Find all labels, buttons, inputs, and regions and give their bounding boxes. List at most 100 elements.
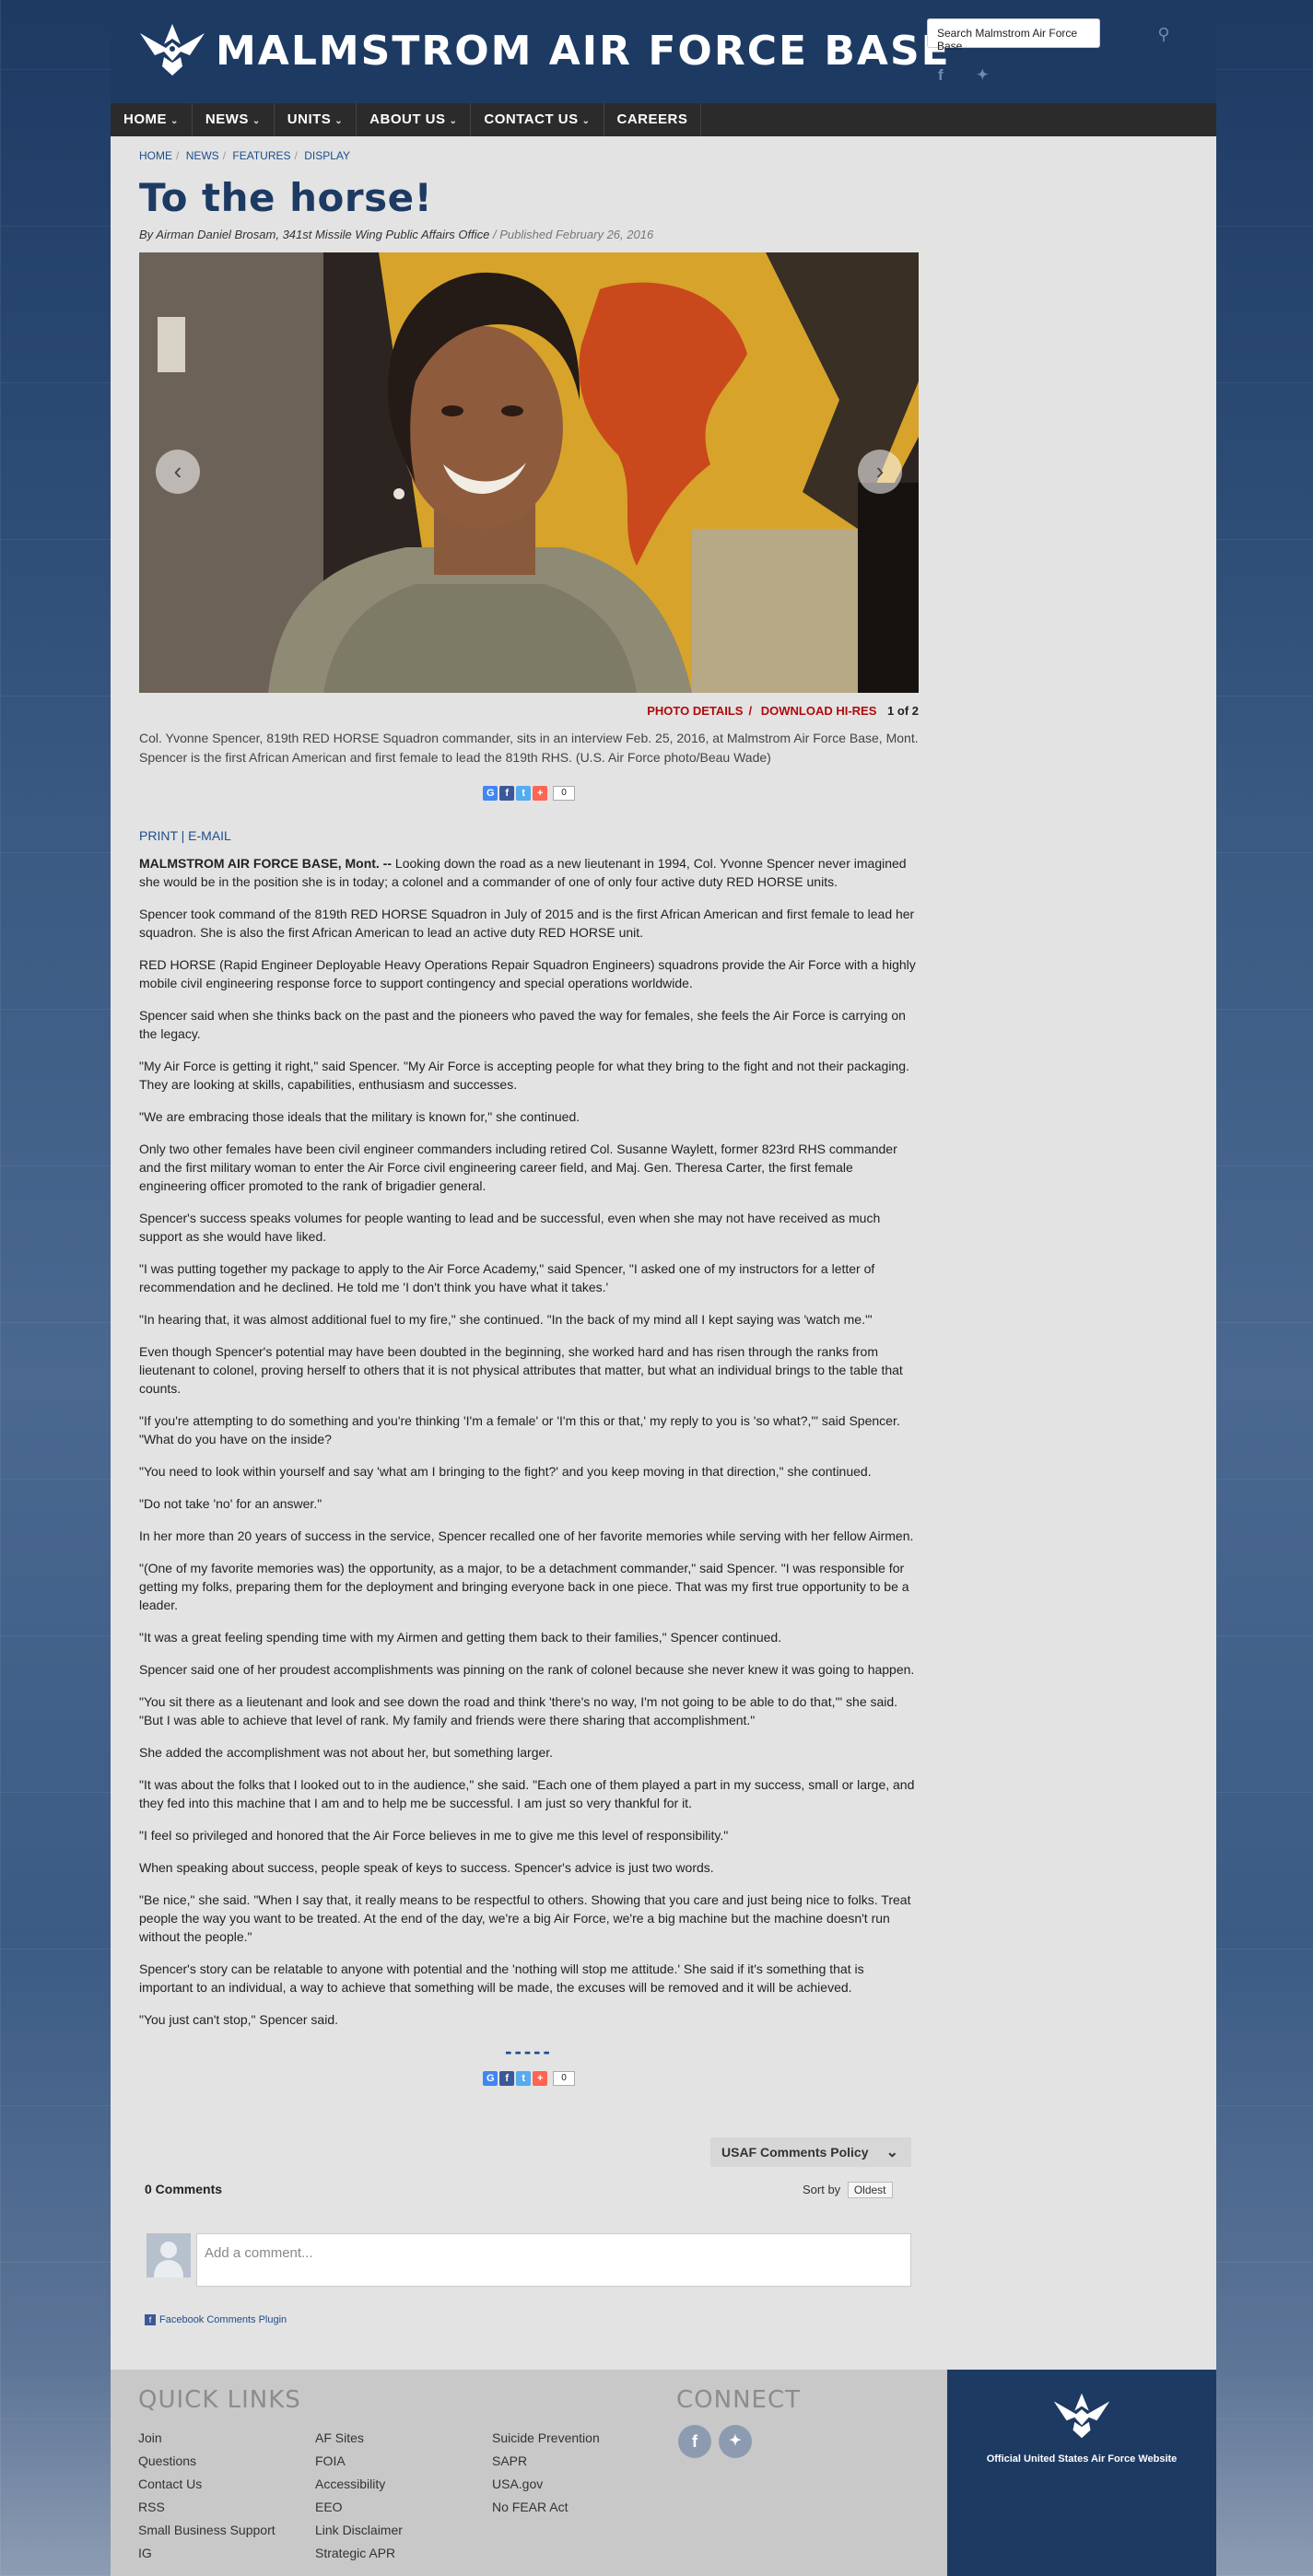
print-link[interactable]: PRINT	[139, 828, 178, 843]
article-body: MALMSTROM AIR FORCE BASE, Mont. -- Looki…	[139, 854, 932, 2029]
article-photo[interactable]: ‹ ›	[139, 252, 919, 693]
breadcrumb: HOME / NEWS / FEATURES / DISPLAY	[139, 149, 350, 162]
footer-link[interactable]: AF Sites	[315, 2427, 403, 2450]
facebook-icon[interactable]: f	[938, 66, 944, 85]
article-paragraph: Spencer's story can be relatable to anyo…	[139, 1961, 864, 1995]
comments-policy-button[interactable]: USAF Comments Policy ⌄	[710, 2137, 911, 2167]
comment-input[interactable]: Add a comment...	[196, 2233, 911, 2287]
article-paragraph: "(One of my favorite memories was) the o…	[139, 1561, 909, 1612]
facebook-share-icon[interactable]: f	[499, 2071, 515, 2086]
share-bar: G f t + 0	[139, 786, 919, 801]
email-link[interactable]: E-MAIL	[188, 828, 231, 843]
article-paragraph: "I was putting together my package to ap…	[139, 1261, 875, 1294]
chevron-down-icon: ⌄	[581, 116, 591, 126]
footer-link[interactable]: Small Business Support	[138, 2519, 275, 2542]
chevron-down-icon: ⌄	[885, 2145, 898, 2160]
twitter-share-icon[interactable]: t	[516, 2071, 532, 2086]
next-photo-button[interactable]: ›	[858, 450, 902, 494]
footer-link[interactable]: USA.gov	[492, 2473, 600, 2496]
footer-link[interactable]: Strategic APR	[315, 2542, 403, 2565]
twitter-icon[interactable]: ✦	[977, 66, 989, 83]
footer-link[interactable]: No FEAR Act	[492, 2496, 600, 2519]
breadcrumb-home[interactable]: HOME	[139, 149, 172, 162]
breadcrumb-news[interactable]: NEWS	[186, 149, 219, 162]
official-site-label: Official United States Air Force Website	[986, 2453, 1178, 2465]
article-paragraph: "I feel so privileged and honored that t…	[139, 1828, 729, 1843]
footer-link[interactable]: RSS	[138, 2496, 275, 2519]
article-paragraph: "It was about the folks that I looked ou…	[139, 1777, 915, 1810]
article-paragraph: "It was a great feeling spending time wi…	[139, 1630, 782, 1645]
chevron-down-icon: ⌄	[334, 116, 344, 126]
site-title[interactable]: MALMSTROM AIR FORCE BASE	[216, 28, 951, 75]
facebook-share-icon[interactable]: f	[499, 786, 515, 801]
article-paragraph: "You just can't stop," Spencer said.	[139, 2012, 339, 2027]
twitter-icon[interactable]: ✦	[719, 2425, 752, 2458]
nav-about-us[interactable]: ABOUT US ⌄	[357, 103, 472, 136]
official-site-panel[interactable]: Official United States Air Force Website	[947, 2370, 1216, 2576]
chevron-down-icon: ⌄	[170, 116, 179, 126]
quick-links-column-1: Join Questions Contact Us RSS Small Busi…	[138, 2427, 275, 2565]
nav-news[interactable]: NEWS ⌄	[193, 103, 275, 136]
photo-illustration	[139, 252, 919, 693]
article-paragraph: "We are embracing those ideals that the …	[139, 1109, 580, 1124]
article-paragraph: Even though Spencer's potential may have…	[139, 1344, 903, 1396]
facebook-icon: f	[145, 2314, 156, 2325]
footer-link[interactable]: Join	[138, 2427, 275, 2450]
article-paragraph: MALMSTROM AIR FORCE BASE, Mont. -- Looki…	[139, 856, 907, 889]
twitter-share-icon[interactable]: t	[516, 786, 532, 801]
article-paragraph: Spencer took command of the 819th RED HO…	[139, 907, 915, 940]
footer-link[interactable]: IG	[138, 2542, 275, 2565]
author: By Airman Daniel Brosam, 341st Missile W…	[139, 228, 490, 241]
article-paragraph: She added the accomplishment was not abo…	[139, 1745, 554, 1760]
footer-link[interactable]: Accessibility	[315, 2473, 403, 2496]
article-paragraph: "Be nice," she said. "When I say that, i…	[139, 1892, 911, 1944]
facebook-comments-plugin-link[interactable]: f Facebook Comments Plugin	[145, 2314, 287, 2325]
sort-control: Sort by Oldest	[803, 2182, 893, 2198]
footer-link[interactable]: SAPR	[492, 2450, 600, 2473]
photo-count: 1 of 2	[887, 704, 919, 718]
footer: QUICK LINKS Join Questions Contact Us RS…	[111, 2370, 1216, 2576]
connect-title: CONNECT	[676, 2386, 801, 2414]
breadcrumb-display[interactable]: DISPLAY	[304, 149, 350, 162]
photo-details-link[interactable]: PHOTO DETAILS	[647, 704, 743, 718]
avatar	[147, 2233, 191, 2277]
article-content: HOME / NEWS / FEATURES / DISPLAY To the hor…	[139, 136, 932, 2086]
footer-link[interactable]: Suicide Prevention	[492, 2427, 600, 2450]
quick-links-title: QUICK LINKS	[138, 2386, 301, 2414]
chevron-down-icon: ⌄	[252, 116, 261, 126]
footer-link[interactable]: Link Disclaimer	[315, 2519, 403, 2542]
search-input[interactable]: Search Malmstrom Air Force Base	[927, 18, 1100, 53]
page-wrapper: MALMSTROM AIR FORCE BASE Search Malmstro…	[111, 0, 1216, 2576]
article-paragraph: "My Air Force is getting it right," said…	[139, 1059, 909, 1092]
nav-careers[interactable]: CAREERS	[604, 103, 702, 136]
quick-links-column-2: AF Sites FOIA Accessibility EEO Link Dis…	[315, 2427, 403, 2565]
more-share-icon[interactable]: +	[533, 2071, 548, 2086]
footer-link[interactable]: FOIA	[315, 2450, 403, 2473]
footer-link[interactable]: Contact Us	[138, 2473, 275, 2496]
article-title: To the horse!	[139, 175, 433, 220]
article-paragraph: When speaking about success, people spea…	[139, 1860, 714, 1875]
nav-units[interactable]: UNITS ⌄	[275, 103, 358, 136]
article-paragraph: Spencer's success speaks volumes for peo…	[139, 1211, 881, 1244]
air-force-wings-logo[interactable]	[138, 20, 206, 79]
download-hi-res-link[interactable]: DOWNLOAD HI-RES	[761, 704, 877, 718]
nav-home[interactable]: HOME ⌄	[111, 103, 193, 136]
google-share-icon[interactable]: G	[483, 786, 498, 801]
more-share-icon[interactable]: +	[533, 786, 548, 801]
article-paragraph: "In hearing that, it was almost addition…	[139, 1312, 873, 1327]
footer-link[interactable]: EEO	[315, 2496, 403, 2519]
sort-select[interactable]: Oldest	[847, 2182, 893, 2198]
breadcrumb-features[interactable]: FEATURES	[232, 149, 290, 162]
article-paragraph: In her more than 20 years of success in …	[139, 1528, 914, 1543]
comments-policy-label: USAF Comments Policy	[721, 2145, 869, 2160]
footer-link[interactable]: Questions	[138, 2450, 275, 2473]
sort-label: Sort by	[803, 2183, 841, 2196]
search-icon[interactable]: ⚲	[1152, 22, 1176, 46]
prev-photo-button[interactable]: ‹	[156, 450, 200, 494]
nav-contact-us[interactable]: CONTACT US ⌄	[471, 103, 604, 136]
google-share-icon[interactable]: G	[483, 2071, 498, 2086]
quick-links-column-3: Suicide Prevention SAPR USA.gov No FEAR …	[492, 2427, 600, 2519]
chevron-down-icon: ⌄	[449, 116, 458, 126]
facebook-icon[interactable]: f	[678, 2425, 711, 2458]
article-paragraph: Spencer said when she thinks back on the…	[139, 1008, 906, 1041]
